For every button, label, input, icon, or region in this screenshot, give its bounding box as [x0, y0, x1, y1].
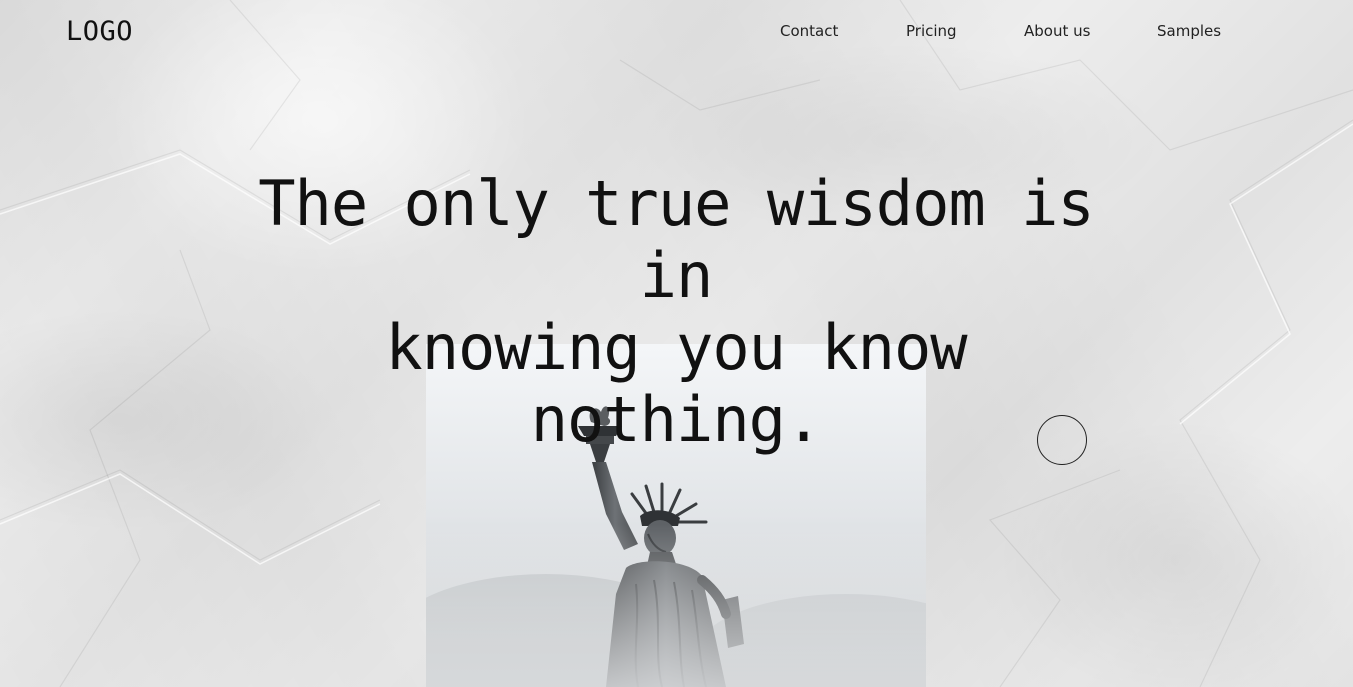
quote-line-2: knowing you know — [385, 311, 967, 384]
nav-pricing[interactable]: Pricing — [906, 22, 957, 40]
custom-cursor-circle — [1037, 415, 1087, 465]
logo[interactable]: LOGO — [66, 16, 133, 47]
nav-samples[interactable]: Samples — [1157, 22, 1221, 40]
nav-contact[interactable]: Contact — [780, 22, 838, 40]
hero-quote: The only true wisdom is in knowing you k… — [236, 168, 1116, 456]
quote-line-3: nothing. — [530, 383, 823, 456]
quote-line-1: The only true wisdom is in — [258, 167, 1095, 312]
nav-about-us[interactable]: About us — [1024, 22, 1090, 40]
